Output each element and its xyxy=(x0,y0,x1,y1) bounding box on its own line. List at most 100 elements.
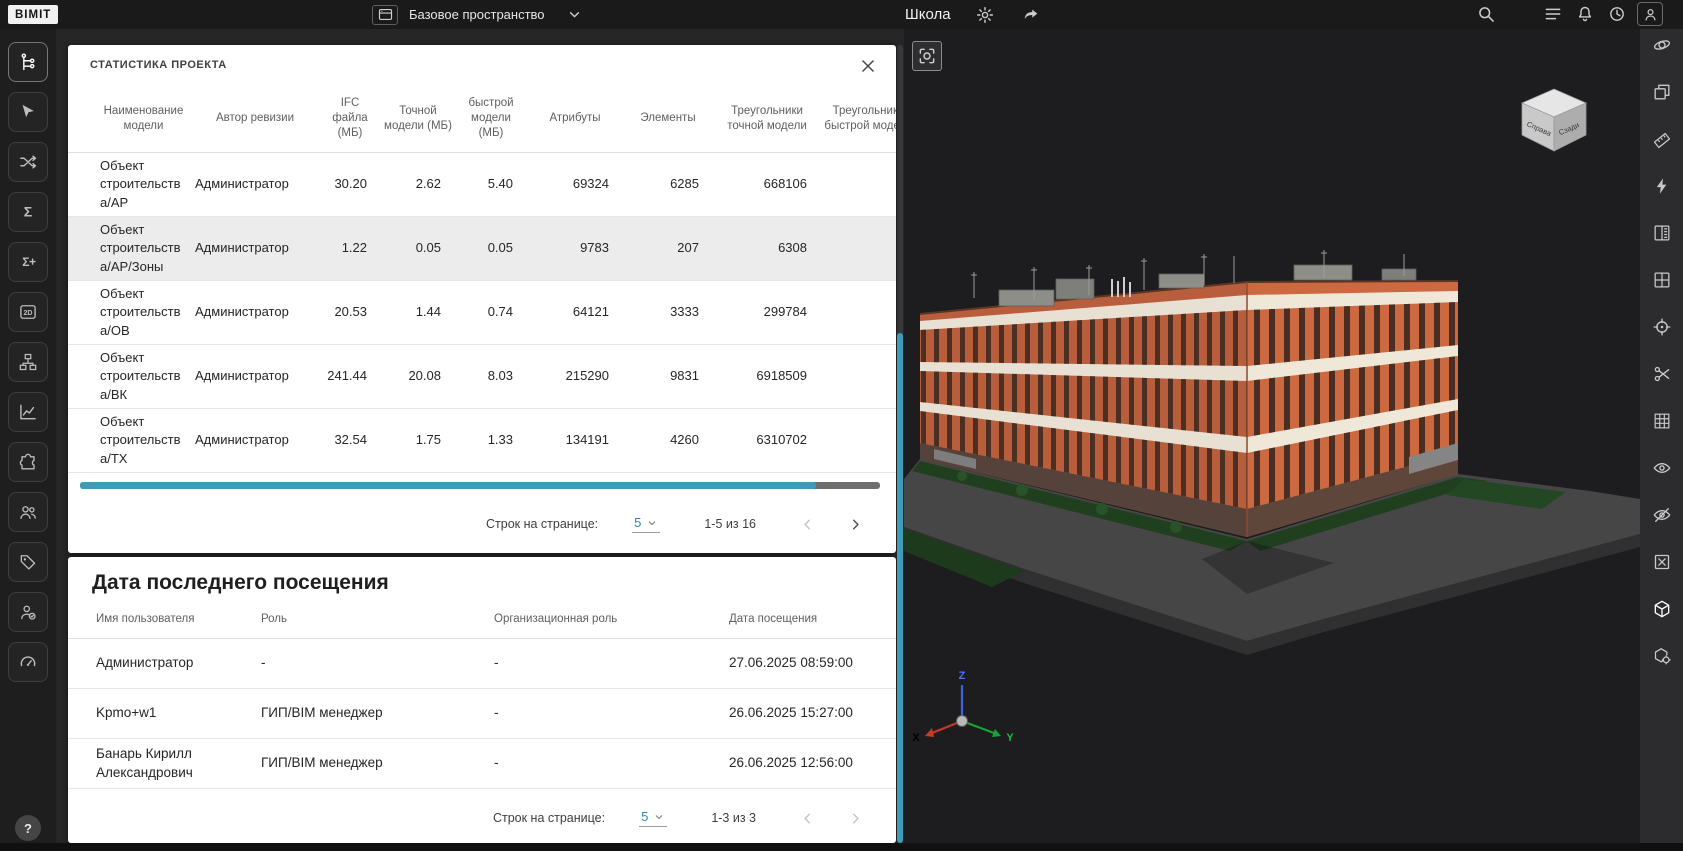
rows-per-page-value: 5 xyxy=(641,809,648,824)
cube-view-button[interactable] xyxy=(1646,593,1677,624)
next-page-button[interactable] xyxy=(844,807,866,829)
cell-model-name: Объект строительства/ВК xyxy=(96,345,191,408)
view-cube[interactable]: Справа Сзади xyxy=(1522,89,1586,151)
page-range: 1-3 из 3 xyxy=(711,811,756,825)
close-panel-button[interactable] xyxy=(858,55,880,77)
panel-scrollbar-thumb[interactable] xyxy=(897,333,903,843)
search-icon xyxy=(1476,4,1496,24)
stats-table-header: Наименование модели Автор ревизии IFC фа… xyxy=(68,85,896,153)
sidebar-tags-button[interactable] xyxy=(8,542,48,582)
chevron-down-icon xyxy=(653,811,665,823)
cell-author: Администратор xyxy=(191,217,319,280)
table-row[interactable]: Администратор - - 27.06.2025 08:59:00 xyxy=(68,639,896,689)
focus-view-button[interactable] xyxy=(912,41,942,71)
column-header: Наименование модели xyxy=(96,85,191,152)
show-elements-button[interactable] xyxy=(1646,452,1677,483)
table-row[interactable]: Банарь Кирилл Александрович ГИП/BIM мене… xyxy=(68,739,896,789)
chevron-down-icon[interactable] xyxy=(566,6,583,23)
page-range: 1-5 из 16 xyxy=(704,517,756,531)
sidebar-user-roles-button[interactable] xyxy=(8,592,48,632)
next-page-button[interactable] xyxy=(844,513,866,535)
sidebar-relations-button[interactable] xyxy=(8,142,48,182)
workspace-selector[interactable]: Базовое пространство xyxy=(372,0,583,29)
rows-per-page-value: 5 xyxy=(634,515,641,530)
cell-visit-date: 26.06.2025 15:27:00 xyxy=(729,689,872,738)
horizontal-scrollbar-thumb[interactable] xyxy=(80,482,816,489)
history-button[interactable] xyxy=(1605,2,1629,26)
notifications-button[interactable] xyxy=(1573,2,1597,26)
cell: 207 xyxy=(623,217,713,280)
orbit-tool-button[interactable] xyxy=(1646,29,1677,60)
cell-author: Администратор xyxy=(191,281,319,344)
view-settings-button[interactable] xyxy=(1646,640,1677,671)
column-header: Атрибуты xyxy=(527,85,623,152)
prev-page-button[interactable] xyxy=(796,513,818,535)
profile-button[interactable] xyxy=(1637,2,1663,26)
viewport-scene[interactable]: Z Y X Справа Сзади xyxy=(904,29,1640,843)
cursor-icon xyxy=(18,102,38,122)
project-settings-button[interactable] xyxy=(973,3,997,27)
measure-tool-button[interactable] xyxy=(1646,123,1677,154)
hide-elements-button[interactable] xyxy=(1646,499,1677,530)
horizontal-scrollbar[interactable] xyxy=(80,482,880,489)
focus-icon xyxy=(917,46,937,66)
users-icon xyxy=(18,502,38,522)
sigma-icon xyxy=(18,202,38,222)
table-row[interactable]: Объект строительства/ОВ Администратор 20… xyxy=(68,281,896,345)
workspace-label: Базовое пространство xyxy=(409,7,545,22)
sidebar-2d-view-button[interactable] xyxy=(8,292,48,332)
locate-button[interactable] xyxy=(1646,311,1677,342)
rows-per-page-select[interactable]: 5 xyxy=(639,809,667,827)
app-logo[interactable]: BIMIT xyxy=(8,5,58,24)
sidebar-sum-add-button[interactable] xyxy=(8,242,48,282)
sidebar-sum-button[interactable] xyxy=(8,192,48,232)
viewer-3d[interactable]: Z Y X Справа Сзади xyxy=(904,29,1640,843)
chevron-left-icon xyxy=(799,810,816,827)
quick-model-button[interactable] xyxy=(1646,170,1677,201)
chevron-right-icon xyxy=(847,810,864,827)
grid-table-button[interactable] xyxy=(1646,405,1677,436)
chevron-left-icon xyxy=(799,516,816,533)
clip-tool-button[interactable] xyxy=(1646,358,1677,389)
grid-icon xyxy=(1652,270,1672,290)
sidebar-plugins-button[interactable] xyxy=(8,442,48,482)
axis-y-label: Y xyxy=(1006,732,1014,744)
table-row[interactable]: Объект строительства/АР/Зоны Администрат… xyxy=(68,217,896,281)
orbit-icon xyxy=(1652,35,1672,55)
column-header: Элементы xyxy=(623,85,713,152)
section-tool-button[interactable] xyxy=(1646,217,1677,248)
sidebar-select-button[interactable] xyxy=(8,92,48,132)
column-header: Имя пользователя xyxy=(96,601,261,638)
rows-per-page-select[interactable]: 5 xyxy=(632,515,660,533)
panel-title: СТАТИСТИКА ПРОЕКТА xyxy=(90,59,227,71)
cell: 0.05 xyxy=(455,217,527,280)
chevron-down-icon xyxy=(646,517,658,529)
cell: 9783 xyxy=(527,217,623,280)
cell-user: Kpmo+w1 xyxy=(96,689,261,738)
table-row[interactable]: Объект строительства/АР Администратор 30… xyxy=(68,153,896,217)
prev-page-button[interactable] xyxy=(796,807,818,829)
help-button[interactable]: ? xyxy=(15,815,41,841)
sidebar-charts-button[interactable] xyxy=(8,392,48,432)
cell: 3333 xyxy=(623,281,713,344)
layers-tool-button[interactable] xyxy=(1646,76,1677,107)
sidebar-model-tree-button[interactable] xyxy=(8,42,48,82)
sidebar-users-button[interactable] xyxy=(8,492,48,532)
share-button[interactable] xyxy=(1019,3,1043,27)
column-header: Треугольники быстрой модели xyxy=(821,85,896,152)
table-row[interactable]: Объект строительства/ВК Администратор 24… xyxy=(68,345,896,409)
stats-pagination: Строк на странице: 5 1-5 из 16 xyxy=(68,495,896,553)
share-icon xyxy=(1021,5,1041,25)
sidebar-structure-button[interactable] xyxy=(8,342,48,382)
axis-gizmo[interactable]: Z Y X xyxy=(912,670,1014,744)
column-header: Организационная роль xyxy=(494,601,729,638)
table-row[interactable]: Kpmo+w1 ГИП/BIM менеджер - 26.06.2025 15… xyxy=(68,689,896,739)
cell: 1.75 xyxy=(381,409,455,472)
split-view-button[interactable] xyxy=(1646,264,1677,295)
task-list-button[interactable] xyxy=(1541,2,1565,26)
isolate-button[interactable] xyxy=(1646,546,1677,577)
ruler-icon xyxy=(1652,129,1672,149)
sidebar-dashboard-button[interactable] xyxy=(8,642,48,682)
search-button[interactable] xyxy=(1474,2,1498,26)
table-row[interactable]: Объект строительства/ТХ Администратор 32… xyxy=(68,409,896,473)
